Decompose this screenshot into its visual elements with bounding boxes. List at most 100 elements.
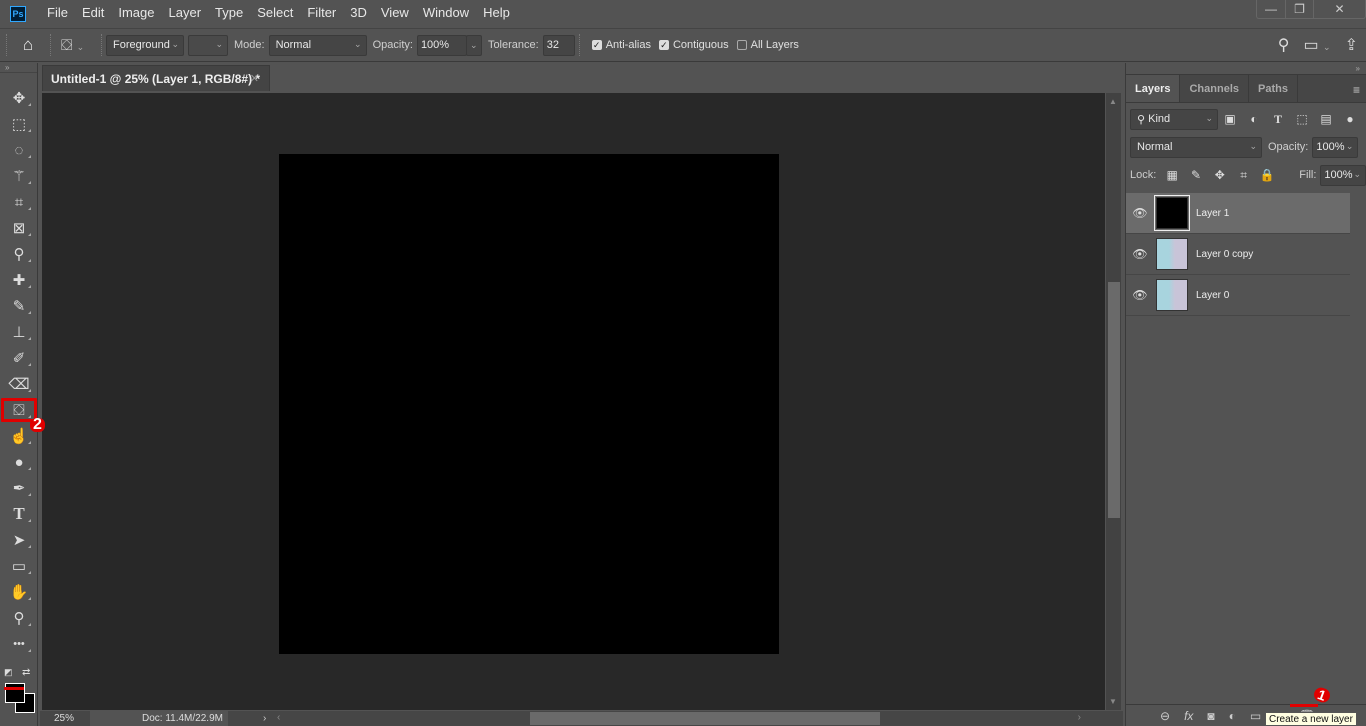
- vertical-scrollbar[interactable]: ▲ ▼: [1106, 93, 1121, 710]
- healing-tool-icon[interactable]: ✚: [0, 267, 38, 293]
- filter-kind-select[interactable]: ⚲ Kind ⌄: [1130, 108, 1218, 130]
- fx-icon[interactable]: fx: [1184, 709, 1193, 723]
- tab-layers[interactable]: Layers: [1126, 75, 1181, 102]
- crop-tool-icon[interactable]: ⌗: [0, 189, 38, 215]
- document-tab[interactable]: Untitled-1 @ 25% (Layer 1, RGB/8#) * ✕: [42, 65, 270, 91]
- magic-wand-tool-icon[interactable]: ⚚: [0, 163, 38, 189]
- menu-filter[interactable]: Filter: [300, 0, 343, 27]
- menu-help[interactable]: Help: [476, 0, 517, 27]
- smart-object-filter-icon[interactable]: ▤: [1314, 112, 1338, 126]
- panel-collapse-icon[interactable]: »: [1126, 63, 1366, 75]
- type-filter-icon[interactable]: T: [1266, 112, 1290, 127]
- filter-toggle-icon[interactable]: ●: [1338, 112, 1362, 126]
- group-icon[interactable]: ▭: [1250, 709, 1261, 723]
- opacity-input[interactable]: 100%: [416, 34, 467, 56]
- menu-image[interactable]: Image: [111, 0, 161, 27]
- visibility-eye-icon[interactable]: 👁: [1126, 206, 1154, 220]
- status-menu-arrow-icon[interactable]: ›: [263, 713, 266, 724]
- menu-type[interactable]: Type: [208, 0, 250, 27]
- share-icon[interactable]: ⇪: [1345, 35, 1358, 55]
- add-mask-icon[interactable]: ◙: [1207, 709, 1214, 723]
- zoom-level[interactable]: 25%: [40, 713, 90, 724]
- foreground-color-swatch[interactable]: [5, 683, 25, 703]
- history-brush-tool-icon[interactable]: ✐: [0, 345, 38, 371]
- pen-tool-icon[interactable]: ✒: [0, 475, 38, 501]
- canvas-pasteboard[interactable]: [42, 93, 1105, 710]
- menu-layer[interactable]: Layer: [162, 0, 209, 27]
- path-select-tool-icon[interactable]: ➤: [0, 527, 38, 553]
- scroll-up-icon[interactable]: ▲: [1109, 97, 1117, 106]
- opacity-dropdown[interactable]: ⌄: [465, 34, 482, 56]
- pixel-filter-icon[interactable]: ▣: [1218, 112, 1242, 126]
- toolbox-grip[interactable]: [0, 73, 37, 85]
- link-layers-icon[interactable]: ⊖: [1160, 709, 1170, 723]
- color-swatches: ◩ ⇄: [4, 667, 36, 717]
- menu-edit[interactable]: Edit: [75, 0, 111, 27]
- minimize-button[interactable]: —: [1257, 0, 1285, 18]
- stamp-tool-icon[interactable]: ⊥: [0, 319, 38, 345]
- blend-mode-select[interactable]: Normal ⌄: [1130, 136, 1262, 158]
- tab-channels[interactable]: Channels: [1180, 75, 1249, 102]
- home-icon[interactable]: ⌂: [10, 35, 46, 55]
- scroll-left-icon[interactable]: ‹: [277, 712, 280, 723]
- horizontal-scrollbar[interactable]: ‹ ›: [273, 711, 1103, 726]
- lock-all-icon[interactable]: 🔒: [1255, 168, 1279, 182]
- eraser-tool-icon[interactable]: ⌫: [0, 371, 38, 397]
- eyedropper-tool-icon[interactable]: ⚲: [0, 241, 38, 267]
- fill-input[interactable]: 100% ⌄: [1320, 164, 1366, 186]
- default-colors-icon[interactable]: ◩: [4, 667, 13, 678]
- adjustment-layer-icon[interactable]: ◐: [1229, 709, 1236, 723]
- close-document-icon[interactable]: ✕: [250, 72, 259, 85]
- all-layers-checkbox[interactable]: All Layers: [736, 39, 799, 51]
- panel-menu-icon[interactable]: ≡: [1353, 83, 1360, 97]
- pattern-picker[interactable]: ⌄: [188, 34, 228, 56]
- adjustment-filter-icon[interactable]: ◐: [1242, 112, 1266, 126]
- rectangle-tool-icon[interactable]: ▭: [0, 553, 38, 579]
- shape-filter-icon[interactable]: ⬚: [1290, 112, 1314, 126]
- lock-position-icon[interactable]: ✥: [1208, 168, 1232, 182]
- close-window-button[interactable]: ✕: [1313, 0, 1365, 18]
- toolbox-collapse-icon[interactable]: »: [0, 63, 37, 73]
- lock-transparent-icon[interactable]: ▦: [1160, 168, 1184, 182]
- visibility-eye-icon[interactable]: 👁: [1126, 247, 1154, 261]
- menu-file[interactable]: File: [40, 0, 75, 27]
- visibility-eye-icon[interactable]: 👁: [1126, 288, 1154, 302]
- tolerance-input[interactable]: 32: [542, 34, 575, 56]
- restore-button[interactable]: ❐: [1285, 0, 1313, 18]
- paint-bucket-preset-icon[interactable]: ⛋ ⌄: [55, 37, 97, 54]
- layer-opacity-input[interactable]: 100% ⌄: [1312, 136, 1359, 158]
- vertical-scroll-thumb[interactable]: [1108, 282, 1120, 518]
- menu-window[interactable]: Window: [416, 0, 476, 27]
- lock-image-icon[interactable]: ✎: [1184, 168, 1208, 182]
- workspace-icon[interactable]: ▭ ⌄: [1303, 35, 1330, 55]
- menu-view[interactable]: View: [374, 0, 416, 27]
- dodge-tool-icon[interactable]: ●: [0, 449, 38, 475]
- contiguous-checkbox[interactable]: ✓ Contiguous: [658, 39, 729, 51]
- move-tool-icon[interactable]: ✥: [0, 85, 38, 111]
- horizontal-scroll-thumb[interactable]: [530, 712, 880, 725]
- layer-row[interactable]: 👁 Layer 0: [1126, 275, 1350, 316]
- layer-opacity-value: 100%: [1316, 141, 1345, 153]
- more-tools-icon[interactable]: •••: [0, 631, 38, 657]
- lasso-tool-icon[interactable]: ◌: [0, 137, 38, 163]
- frame-tool-icon[interactable]: ⊠: [0, 215, 38, 241]
- fill-source-select[interactable]: Foreground ⌄: [106, 34, 184, 56]
- search-icon[interactable]: ⚲: [1278, 35, 1290, 55]
- lock-artboard-icon[interactable]: ⌗: [1232, 168, 1256, 183]
- anti-alias-checkbox[interactable]: ✓ Anti-alias: [591, 39, 651, 51]
- canvas[interactable]: [279, 154, 779, 654]
- brush-tool-icon[interactable]: ✎: [0, 293, 38, 319]
- type-tool-icon[interactable]: T: [0, 501, 38, 527]
- menu-3d[interactable]: 3D: [343, 0, 374, 27]
- marquee-tool-icon[interactable]: ⬚: [0, 111, 38, 137]
- layer-row[interactable]: 👁 Layer 1: [1126, 193, 1350, 234]
- zoom-tool-icon[interactable]: ⚲: [0, 605, 38, 631]
- scroll-right-icon[interactable]: ›: [1078, 712, 1081, 723]
- tab-paths[interactable]: Paths: [1249, 75, 1298, 102]
- hand-tool-icon[interactable]: ✋: [0, 579, 38, 605]
- swap-colors-icon[interactable]: ⇄: [22, 667, 30, 678]
- layer-row[interactable]: 👁 Layer 0 copy: [1126, 234, 1350, 275]
- menu-select[interactable]: Select: [250, 0, 300, 27]
- mode-select[interactable]: Normal ⌄: [268, 34, 367, 56]
- scroll-down-icon[interactable]: ▼: [1109, 697, 1117, 706]
